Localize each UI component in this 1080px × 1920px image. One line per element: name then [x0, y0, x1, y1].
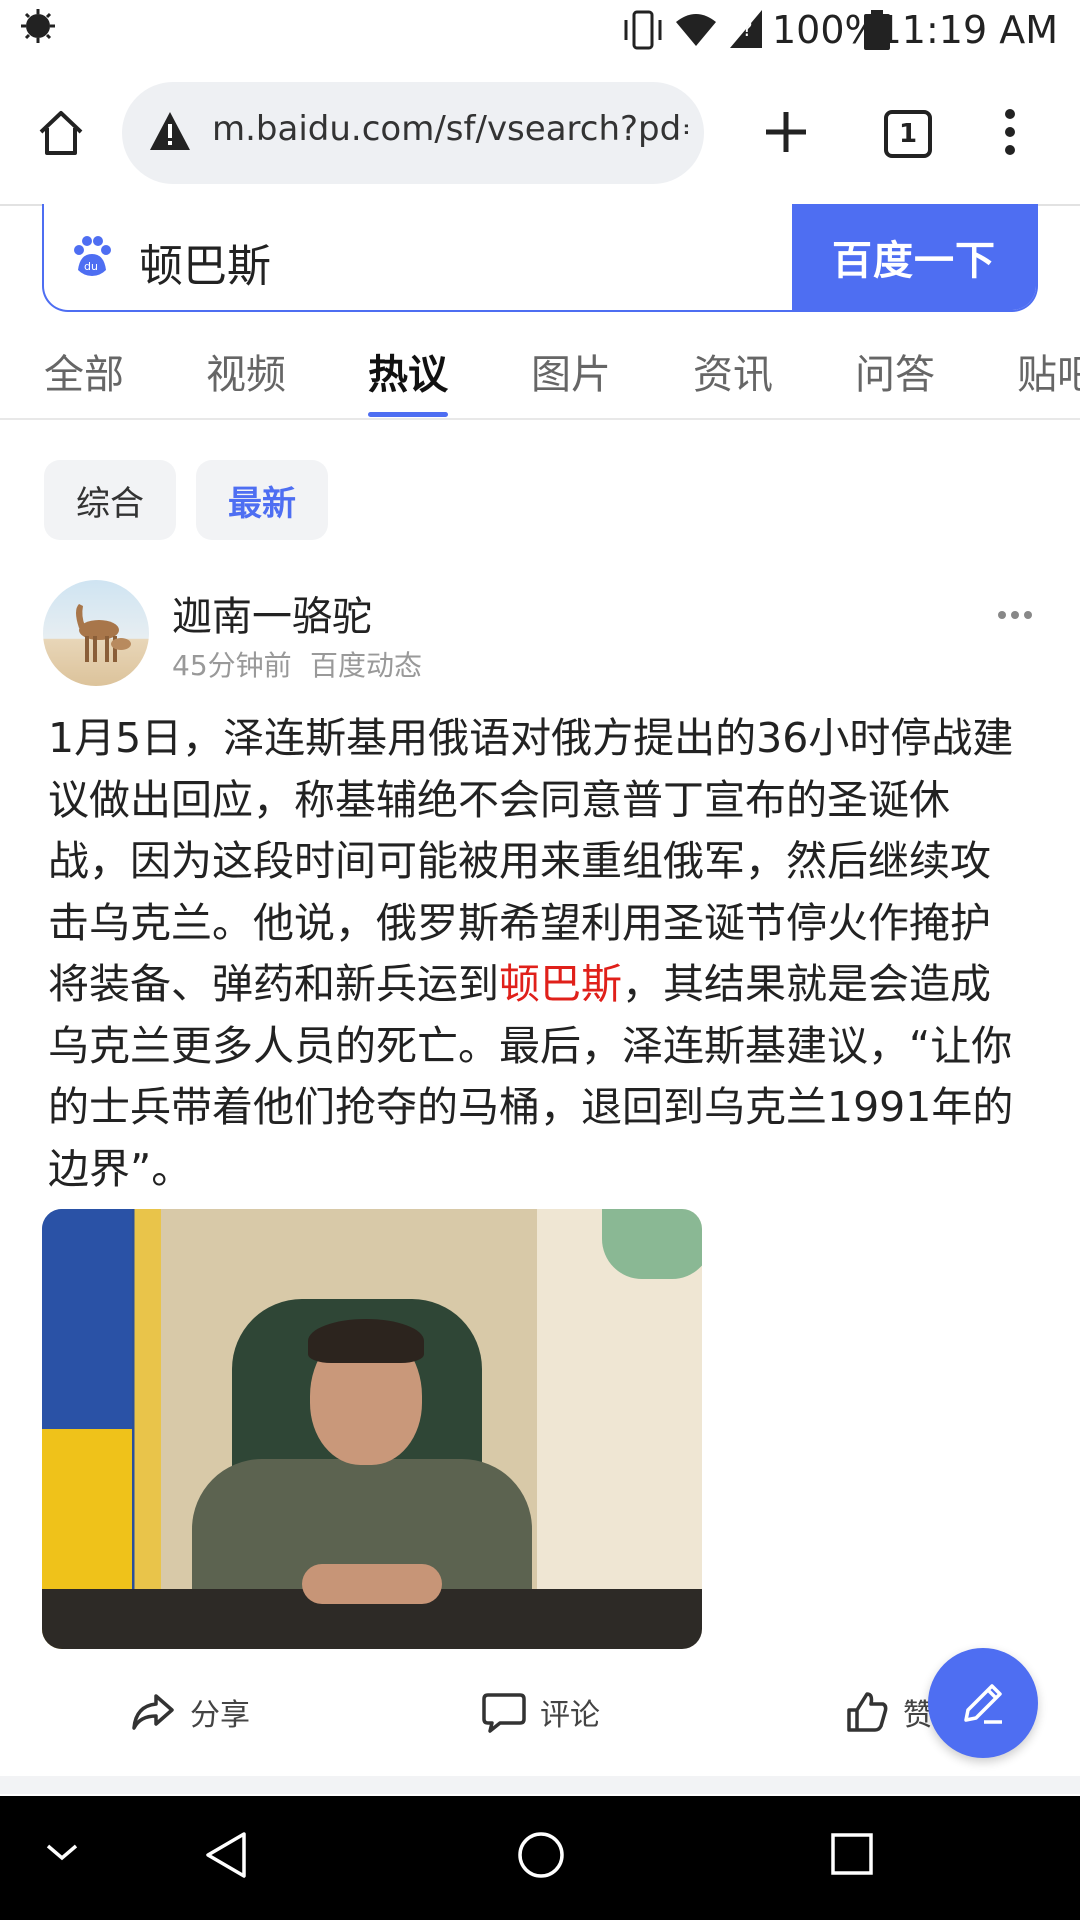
highlighted-keyword: 顿巴斯 [499, 960, 622, 1008]
tab-tieba[interactable]: 贴吧 [1017, 342, 1080, 400]
svg-text:du: du [84, 260, 98, 273]
tab-all[interactable]: 全部 [44, 342, 124, 400]
comment-button[interactable]: 评论 [482, 1685, 600, 1739]
more-options-icon[interactable] [998, 108, 1022, 156]
share-icon [130, 1692, 176, 1732]
category-tabs: 全部 视频 热议 图片 资讯 问答 贴吧 [0, 320, 1080, 420]
baidu-paw-icon: du [74, 236, 111, 276]
clock: 11:19 AM [877, 8, 1058, 52]
section-divider [0, 1776, 1080, 1794]
svg-text:?: ? [742, 17, 753, 41]
post-photo[interactable] [42, 1209, 702, 1649]
recents-icon[interactable] [830, 1832, 874, 1876]
tab-news[interactable]: 资讯 [693, 342, 773, 400]
like-button[interactable]: 赞 [845, 1685, 933, 1739]
browser-toolbar: m.baidu.com/sf/vsearch?pd=r 1 [0, 62, 1080, 206]
search-button[interactable]: 百度一下 [792, 204, 1036, 310]
share-button[interactable]: 分享 [130, 1685, 250, 1739]
filter-chip-comprehensive[interactable]: 综合 [44, 460, 176, 540]
home-icon[interactable] [36, 108, 86, 158]
back-icon[interactable] [204, 1830, 248, 1880]
compose-button[interactable] [928, 1648, 1038, 1758]
collapse-chevron-icon[interactable] [44, 1840, 80, 1864]
wifi-icon [676, 14, 716, 46]
tab-hot-discussion[interactable]: 热议 [368, 342, 448, 400]
share-label: 分享 [190, 1698, 250, 1733]
post-text[interactable]: 1月5日，泽连斯基用俄语对俄方提出的36小时停战建议做出回应，称基辅绝不会同意普… [48, 708, 1028, 1200]
tab-qa[interactable]: 问答 [855, 342, 935, 400]
camel-avatar-image [76, 604, 131, 662]
comment-icon [482, 1691, 526, 1733]
system-navigation-bar [0, 1796, 1080, 1920]
warning-icon[interactable] [148, 110, 192, 152]
status-bar: ? 100% 11:19 AM [0, 0, 1080, 62]
tab-video[interactable]: 视频 [206, 342, 286, 400]
filter-chip-latest[interactable]: 最新 [196, 460, 328, 540]
comment-label: 评论 [540, 1698, 600, 1733]
vibrate-icon [624, 10, 662, 50]
thumbs-up-icon [845, 1690, 889, 1734]
avatar[interactable] [43, 580, 149, 686]
no-sim-signal-icon: ? [730, 10, 762, 48]
new-tab-icon[interactable] [762, 108, 810, 156]
search-input[interactable]: 顿巴斯 [139, 230, 271, 294]
home-circle-icon[interactable] [516, 1830, 566, 1880]
url-text[interactable]: m.baidu.com/sf/vsearch?pd=r [212, 109, 688, 149]
brightness-icon [21, 9, 55, 43]
post-time: 45分钟前 [172, 649, 292, 682]
search-box[interactable]: du 顿巴斯 百度一下 [42, 204, 1038, 312]
tab-count: 1 [898, 119, 918, 149]
tab-images[interactable]: 图片 [531, 342, 611, 400]
tab-switcher-button[interactable]: 1 [884, 110, 932, 158]
post-more-icon[interactable] [998, 610, 1032, 620]
active-tab-indicator [368, 412, 448, 417]
address-bar[interactable]: m.baidu.com/sf/vsearch?pd=r [122, 82, 704, 184]
post-source: 百度动态 [310, 649, 423, 682]
pencil-icon [964, 1684, 1002, 1724]
author-name[interactable]: 迦南一骆驼 [172, 584, 372, 642]
